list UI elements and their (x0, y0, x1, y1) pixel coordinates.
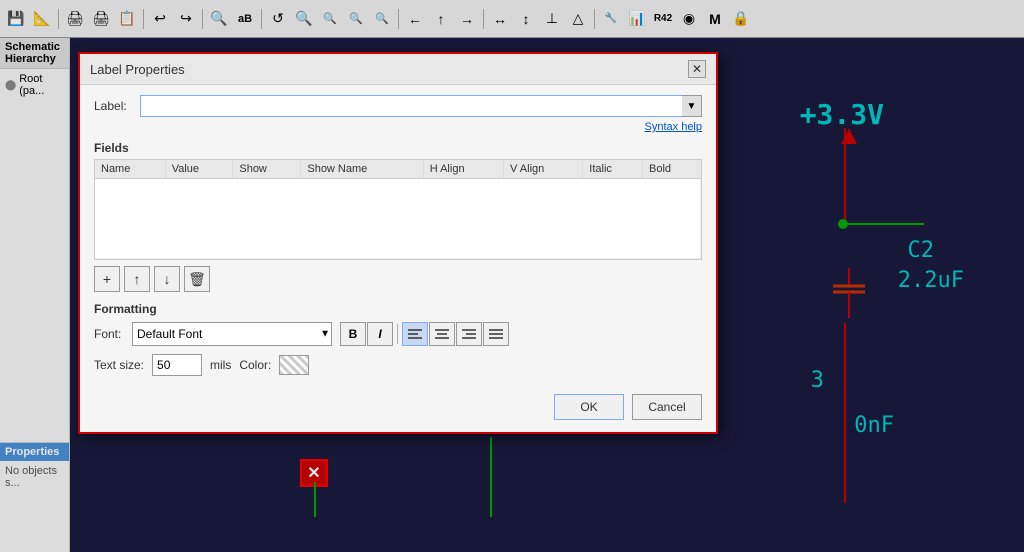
label-field-label: Label: (94, 99, 134, 113)
textsize-input[interactable] (152, 354, 202, 376)
col-show-name: Show Name (301, 160, 423, 179)
color-swatch[interactable] (279, 355, 309, 375)
align-right-icon (462, 328, 476, 340)
label-dropdown-button[interactable]: ▼ (682, 95, 702, 117)
fields-table-container: Name Value Show Show Name H Align V Alig… (94, 159, 702, 260)
col-name: Name (95, 160, 165, 179)
dialog-footer: OK Cancel (80, 386, 716, 432)
align-justified-icon (489, 328, 503, 340)
format-buttons: B I (340, 322, 509, 346)
italic-button[interactable]: I (367, 322, 393, 346)
col-italic: Italic (583, 160, 643, 179)
move-down-button[interactable]: ↓ (154, 266, 180, 292)
align-left-icon (408, 328, 422, 340)
font-field-label: Font: (94, 327, 124, 341)
table-body (95, 179, 701, 259)
bold-button[interactable]: B (340, 322, 366, 346)
align-right-button[interactable] (456, 322, 482, 346)
formatting-section-label: Formatting (94, 302, 702, 316)
align-center-button[interactable] (429, 322, 455, 346)
table-header: Name Value Show Show Name H Align V Alig… (95, 160, 701, 179)
label-input[interactable] (140, 95, 702, 117)
dialog-close-button[interactable]: ✕ (688, 60, 706, 78)
syntax-help-link[interactable]: Syntax help (94, 121, 702, 133)
col-value: Value (165, 160, 233, 179)
label-row: Label: ▼ (94, 95, 702, 117)
font-select[interactable]: Default Font Arial Times New Roman Couri… (132, 322, 332, 346)
fields-section-label: Fields (94, 141, 702, 155)
col-show: Show (233, 160, 301, 179)
align-left-button[interactable] (402, 322, 428, 346)
dialog-titlebar[interactable]: Label Properties ✕ (80, 54, 716, 85)
move-up-button[interactable]: ↑ (124, 266, 150, 292)
table-empty-row (95, 179, 701, 259)
ok-button[interactable]: OK (554, 394, 624, 420)
dialog-title: Label Properties (90, 62, 185, 77)
label-properties-dialog: Label Properties ✕ Label: ▼ Syntax help … (78, 52, 718, 434)
dialog-body: Label: ▼ Syntax help Fields Name Value S… (80, 85, 716, 386)
mils-label: mils (210, 358, 231, 372)
align-justified-button[interactable] (483, 322, 509, 346)
col-h-align: H Align (423, 160, 503, 179)
cancel-button[interactable]: Cancel (632, 394, 702, 420)
format-separator (397, 324, 398, 344)
table-actions: + ↑ ↓ 🗑 (94, 266, 702, 292)
textsize-row: Text size: mils Color: (94, 354, 702, 376)
col-v-align: V Align (504, 160, 583, 179)
fields-table: Name Value Show Show Name H Align V Alig… (95, 160, 701, 259)
delete-row-button[interactable]: 🗑 (184, 266, 210, 292)
textsize-label: Text size: (94, 358, 144, 372)
font-select-wrapper: Default Font Arial Times New Roman Couri… (132, 322, 332, 346)
color-label: Color: (239, 358, 271, 372)
font-row: Font: Default Font Arial Times New Roman… (94, 322, 702, 346)
add-row-button[interactable]: + (94, 266, 120, 292)
label-input-wrapper: ▼ (140, 95, 702, 117)
col-bold: Bold (643, 160, 701, 179)
align-center-icon (435, 328, 449, 340)
